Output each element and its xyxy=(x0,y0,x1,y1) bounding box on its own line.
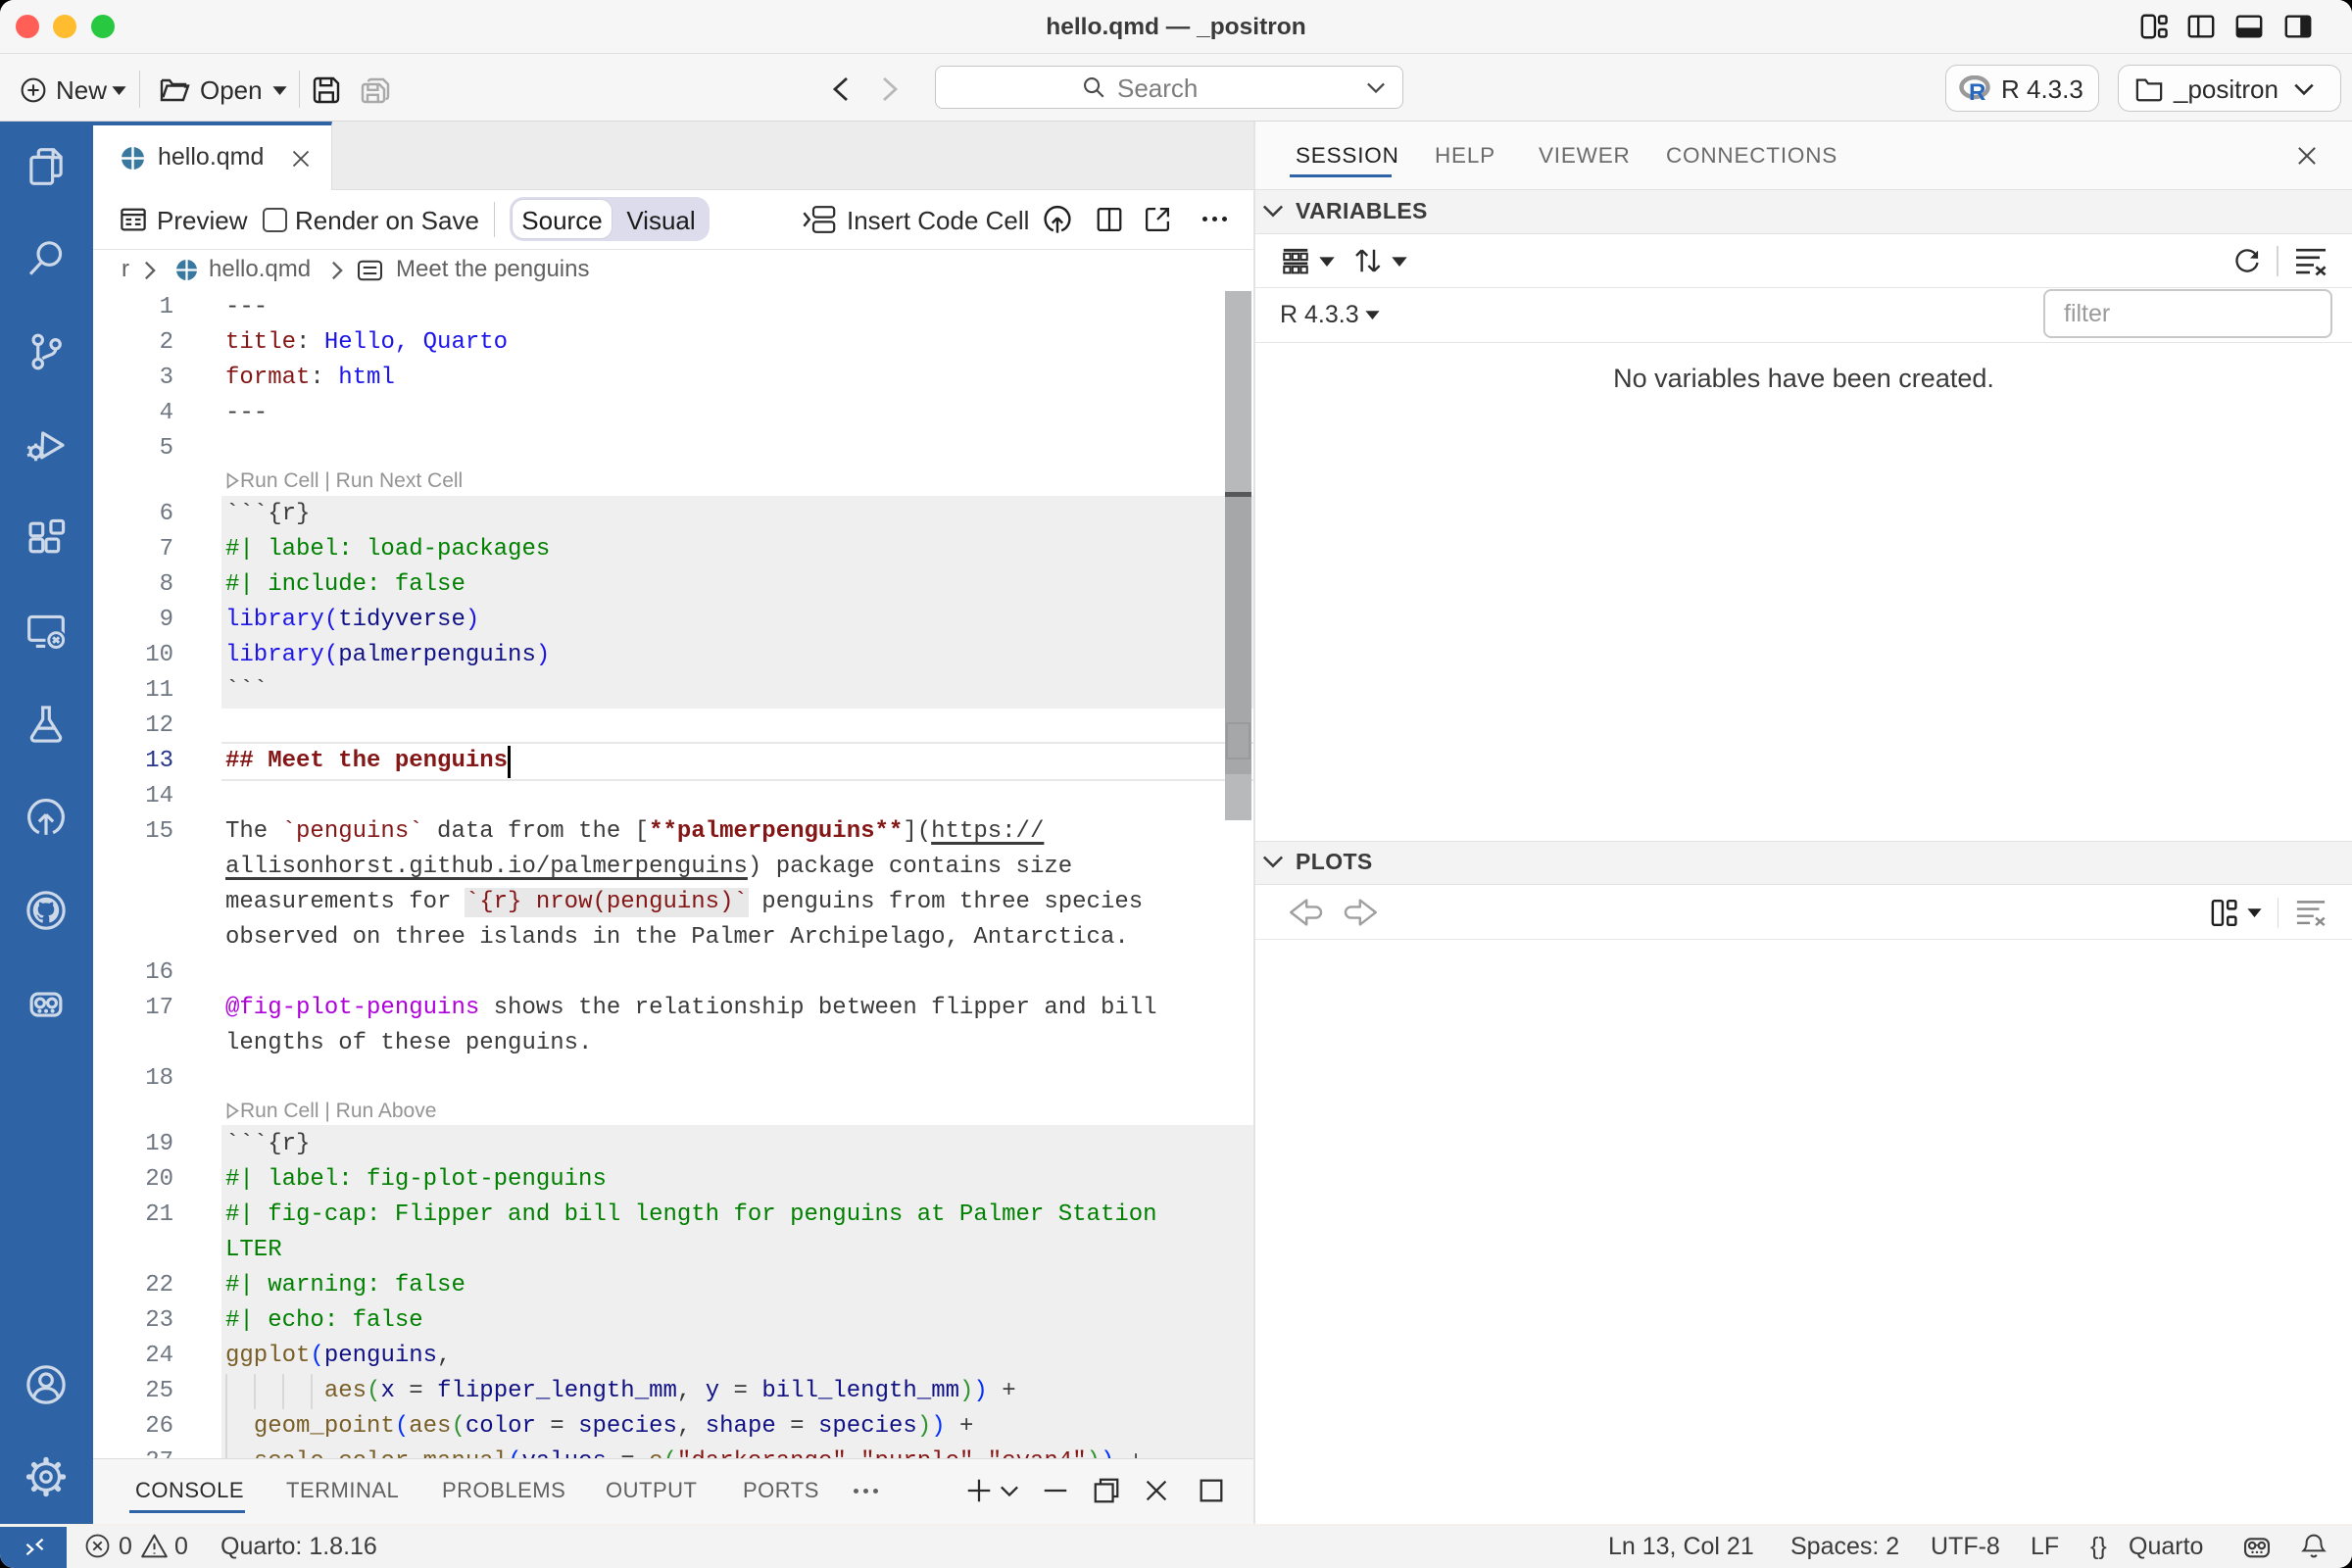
svg-text:R: R xyxy=(1969,79,1985,103)
